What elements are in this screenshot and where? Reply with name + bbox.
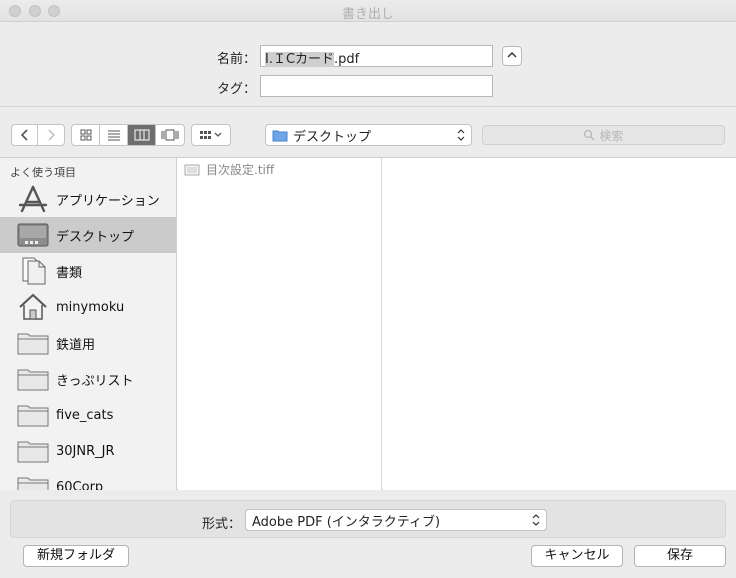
save-dialog: 書き出し 名前： I.ＩCカード.pdf タグ： デスクトップ 検索 よく使う項…: [0, 0, 736, 578]
format-value: Adobe PDF (インタラクティブ): [252, 514, 441, 530]
sidebar-item-label: 鉄道用: [56, 337, 96, 353]
sidebar-item-label: minymoku: [56, 299, 125, 315]
folder-icon: [17, 329, 49, 357]
sidebar-item-label: デスクトップ: [56, 229, 135, 245]
sidebar-item-folder[interactable]: 60Corp: [0, 469, 176, 491]
collapse-button[interactable]: [502, 46, 522, 66]
sidebar-item-folder[interactable]: 30JNR_JR: [0, 433, 176, 469]
column-view-button[interactable]: [128, 125, 156, 145]
folder-icon: [272, 130, 288, 141]
sidebar-item-label: アプリケーション: [56, 193, 160, 209]
window-title: 書き出し: [341, 7, 394, 22]
sidebar-item-documents[interactable]: 書類: [0, 253, 176, 289]
file-item[interactable]: 目次設定.tiff: [184, 161, 274, 178]
image-file-icon: [184, 164, 200, 175]
sidebar-item-label: 30JNR_JR: [56, 443, 115, 459]
save-as-field[interactable]: I.ＩCカード.pdf: [260, 45, 493, 67]
sidebar-item-label: five_cats: [56, 407, 114, 423]
desktop-icon: [17, 221, 49, 249]
search-placeholder: 検索: [599, 128, 624, 143]
folder-icon: [17, 473, 49, 490]
favorites-header: よく使う項目: [10, 166, 76, 179]
sidebar: よく使う項目 アプリケーション デスクトップ 書類 minymoku 鉄道用 き…: [0, 158, 177, 490]
sidebar-item-applications[interactable]: アプリケーション: [0, 181, 176, 217]
chevron-right-icon: [48, 129, 56, 141]
updown-chevron-icon: [532, 514, 540, 526]
location-popup[interactable]: デスクトップ: [265, 124, 472, 146]
sidebar-item-folder[interactable]: 鉄道用: [0, 325, 176, 361]
tags-label: タグ：: [216, 82, 256, 97]
filename-selected-text: I.ＩCカード: [265, 52, 335, 67]
file-name: 目次設定.tiff: [206, 163, 275, 177]
file-browser: よく使う項目 アプリケーション デスクトップ 書類 minymoku 鉄道用 き…: [0, 157, 736, 490]
arrange-menu-button[interactable]: [191, 124, 231, 146]
preview-column: [383, 158, 736, 490]
sidebar-item-label: 60Corp: [56, 479, 104, 491]
tags-field[interactable]: [260, 75, 493, 97]
home-icon: [17, 293, 49, 321]
file-column: 目次設定.tiff: [178, 158, 382, 490]
format-label: 形式：: [201, 517, 241, 532]
search-field[interactable]: 検索: [482, 125, 725, 145]
folder-icon: [17, 401, 49, 429]
cover-flow-icon: [161, 129, 179, 141]
grid-icon: [80, 129, 91, 141]
back-button[interactable]: [12, 125, 39, 145]
history-navigation: [11, 124, 65, 146]
updown-chevron-icon: [457, 129, 465, 141]
sidebar-item-label: 書類: [56, 265, 83, 281]
location-label: デスクトップ: [293, 129, 372, 145]
format-bar: 形式： Adobe PDF (インタラクティブ): [10, 500, 726, 538]
folder-icon: [17, 437, 49, 465]
sidebar-item-folder[interactable]: きっぷリスト: [0, 361, 176, 397]
applications-icon: [17, 185, 49, 213]
sidebar-item-label: きっぷリスト: [56, 373, 134, 389]
forward-button[interactable]: [38, 125, 64, 145]
cover-flow-button[interactable]: [156, 125, 184, 145]
save-as-label: 名前：: [216, 52, 256, 67]
list-icon: [107, 130, 120, 141]
search-icon: [584, 129, 595, 141]
title-bar: 書き出し: [0, 0, 736, 22]
documents-icon: [17, 257, 49, 285]
view-mode-selector: [71, 124, 185, 146]
filename-extension: .pdf: [334, 52, 360, 67]
sidebar-item-folder[interactable]: five_cats: [0, 397, 176, 433]
columns-icon: [134, 129, 149, 141]
format-popup[interactable]: Adobe PDF (インタラクティブ): [245, 509, 547, 531]
folder-icon: [17, 365, 49, 393]
save-button[interactable]: 保存: [634, 545, 726, 567]
chevron-up-icon: [507, 51, 517, 58]
arrange-icon: [200, 131, 222, 139]
browser-toolbar: デスクトップ 検索: [0, 124, 736, 148]
sidebar-item-home[interactable]: minymoku: [0, 289, 176, 325]
sidebar-item-desktop[interactable]: デスクトップ: [0, 217, 176, 253]
chevron-left-icon: [20, 129, 28, 141]
cancel-button[interactable]: キャンセル: [531, 545, 623, 567]
list-view-button[interactable]: [100, 125, 128, 145]
icon-view-button[interactable]: [72, 125, 100, 145]
divider: [0, 106, 736, 107]
new-folder-button[interactable]: 新規フォルダ: [23, 545, 129, 567]
